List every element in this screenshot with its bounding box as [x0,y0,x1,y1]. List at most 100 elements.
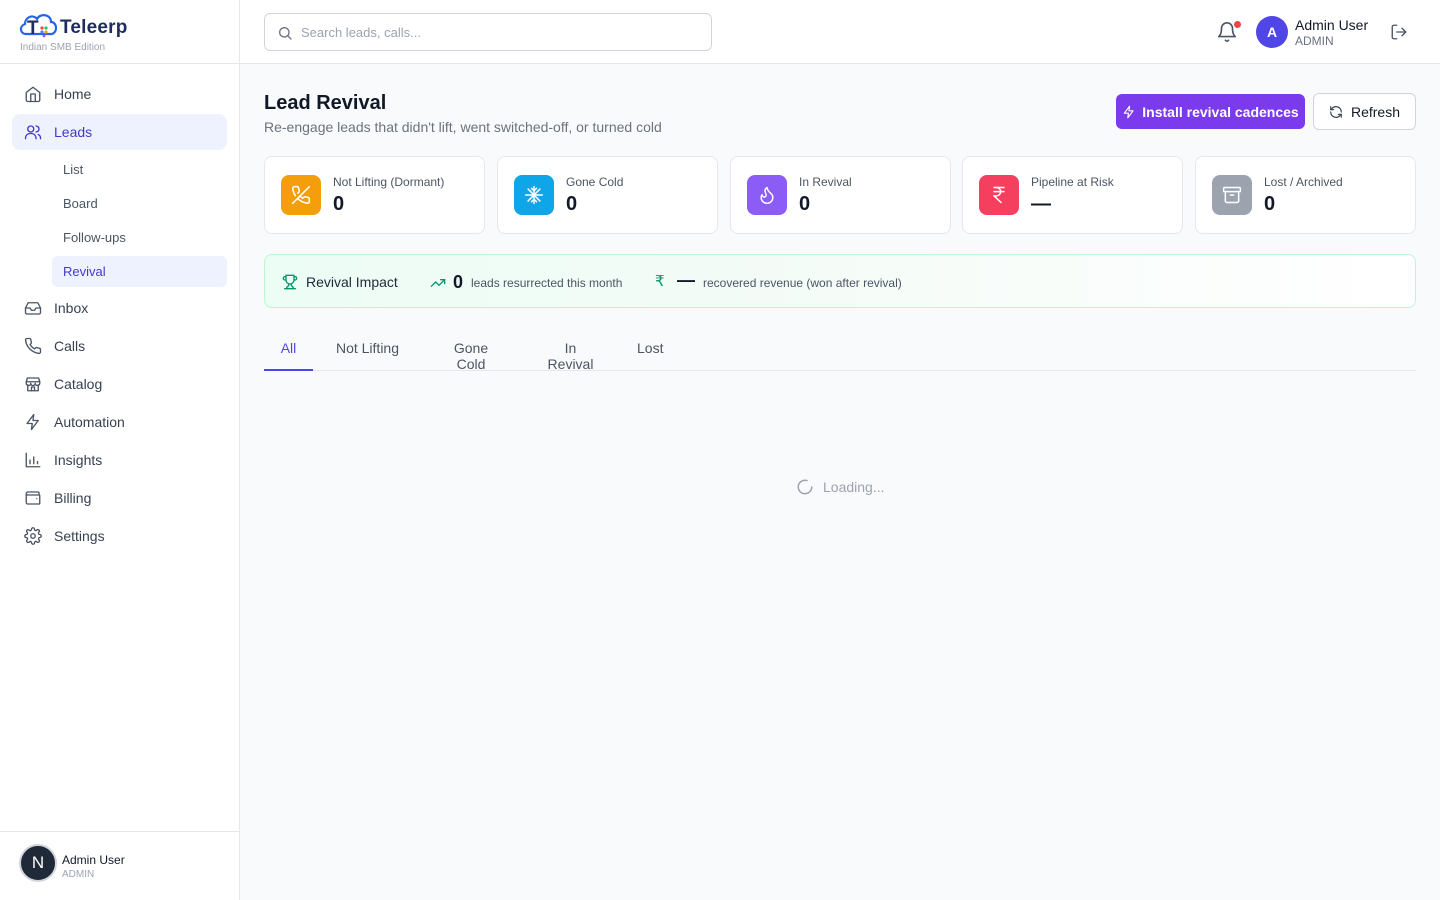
home-icon [25,86,41,103]
user-role: ADMIN [1295,34,1334,48]
revival-impact-banner: Revival Impact 0 leads resurrected this … [264,254,1416,308]
phone-icon [24,337,42,355]
sidebar-item-catalog[interactable]: Catalog [12,366,227,402]
refresh-icon [1330,105,1342,118]
zap-icon [1124,105,1134,118]
stat-label: Not Lifting (Dormant) [333,175,445,189]
sidebar-nav: Home Leads List Board Follow-ups Revival… [0,64,239,554]
card-icon-tile [979,175,1019,215]
sidebar-item-label: Settings [54,528,105,544]
flame-icon [760,186,774,205]
snowflake-icon [524,185,544,205]
card-icon-tile [514,175,554,215]
sidebar-item-inbox[interactable]: Inbox [12,290,227,326]
avatar: N [19,844,57,882]
sidebar-item-label: Inbox [54,300,89,316]
resurrected-count: 0 [453,272,464,292]
tab-gone-cold[interactable]: Gone Cold [438,334,504,372]
page-title: Lead Revival [264,92,387,114]
stat-card-in-revival[interactable]: In Revival 0 [730,156,951,234]
logout-icon[interactable] [1390,23,1408,41]
card-icon-tile [1212,175,1252,215]
trophy-icon [282,274,298,290]
sidebar-subitem-follow-ups[interactable]: Follow-ups [52,222,227,253]
sidebar-user[interactable]: N Admin User ADMIN [0,831,239,900]
spinner-icon [797,479,813,495]
rupee-icon: ₹ [655,273,665,290]
sidebar-item-billing[interactable]: Billing [12,480,227,516]
user-name[interactable]: Admin User [1295,17,1368,33]
stat-value: 0 [1264,193,1276,215]
sidebar-subitem-board[interactable]: Board [52,188,227,219]
loading-indicator: Loading... [796,478,885,496]
stat-value: 0 [799,193,811,215]
users-icon [24,125,42,140]
search-box[interactable] [264,13,712,51]
search-icon [279,27,292,40]
sidebar-item-calls[interactable]: Calls [12,328,227,364]
stat-card-pipeline-at-risk[interactable]: Pipeline at Risk — [962,156,1183,234]
loading-text: Loading... [823,479,885,495]
archive-icon [1222,186,1242,204]
card-icon-tile [747,175,787,215]
stat-label: Gone Cold [566,175,624,189]
sidebar-item-automation[interactable]: Automation [12,404,227,440]
stat-value: 0 [333,193,345,215]
store-icon [25,377,41,392]
sidebar-subitem-revival[interactable]: Revival [52,256,227,287]
tab-lost[interactable]: Lost [637,334,663,371]
stat-card-lost-archived[interactable]: Lost / Archived 0 [1195,156,1416,234]
stat-label: Pipeline at Risk [1031,175,1114,189]
sidebar: T Teleerp Indian SMB Edition Home Leads … [0,0,240,900]
stat-label: In Revival [799,175,852,189]
stat-card-not-lifting[interactable]: Not Lifting (Dormant) 0 [264,156,485,234]
rupee-icon [993,186,1005,204]
sidebar-item-home[interactable]: Home [12,76,227,112]
notification-badge [1234,21,1241,28]
sidebar-item-label: Billing [54,490,92,506]
tab-all[interactable]: All [264,334,313,371]
phone-off-icon [291,185,311,205]
bar-chart-icon [25,452,41,468]
page-subtitle: Re-engage leads that didn't lift, went s… [264,119,662,135]
brand-name: Teleerp [60,17,128,38]
revival-tabs: All Not Lifting Gone Cold In Revival Los… [264,334,1416,372]
stat-card-gone-cold[interactable]: Gone Cold 0 [497,156,718,234]
sidebar-item-label: Automation [54,414,125,430]
sidebar-item-label: Leads [54,124,93,140]
svg-text:T: T [27,18,39,39]
sidebar-item-insights[interactable]: Insights [12,442,227,478]
brand[interactable]: T Teleerp Indian SMB Edition [0,0,239,64]
sidebar-user-name: Admin User [62,853,125,867]
resurrected-label: leads resurrected this month [471,276,623,290]
search-input[interactable] [301,14,701,50]
inbox-icon [24,302,42,315]
button-label: Refresh [1350,103,1401,120]
sidebar-subitem-list[interactable]: List [52,154,227,185]
sidebar-item-label: Home [54,86,92,102]
stat-value: — [1031,193,1051,215]
button-label: Install revival cadences [1142,103,1299,120]
stat-value: 0 [566,193,578,215]
recovered-revenue-label: recovered revenue (won after revival) [703,276,902,290]
gear-icon [24,527,42,545]
sidebar-item-label: Insights [54,452,103,468]
install-revival-cadences-button[interactable]: Install revival cadences [1116,94,1305,129]
top-bar: A Admin User ADMIN [240,0,1440,64]
stat-label: Lost / Archived [1264,175,1343,189]
avatar[interactable]: A [1256,16,1288,48]
tab-not-lifting[interactable]: Not Lifting [333,334,402,371]
recovered-revenue-value: — [677,270,695,290]
sidebar-item-leads[interactable]: Leads [12,114,227,150]
sidebar-user-role: ADMIN [62,869,95,880]
tab-in-revival[interactable]: In Revival [540,334,601,372]
teleerp-logo-icon: T [19,14,58,39]
trending-up-icon [430,279,446,287]
brand-edition: Indian SMB Edition [20,42,106,53]
card-icon-tile [281,175,321,215]
sidebar-item-label: Calls [54,338,86,354]
zap-icon [26,413,39,431]
refresh-button[interactable]: Refresh [1313,93,1416,130]
sidebar-item-settings[interactable]: Settings [12,518,227,554]
impact-title: Revival Impact [306,274,398,290]
